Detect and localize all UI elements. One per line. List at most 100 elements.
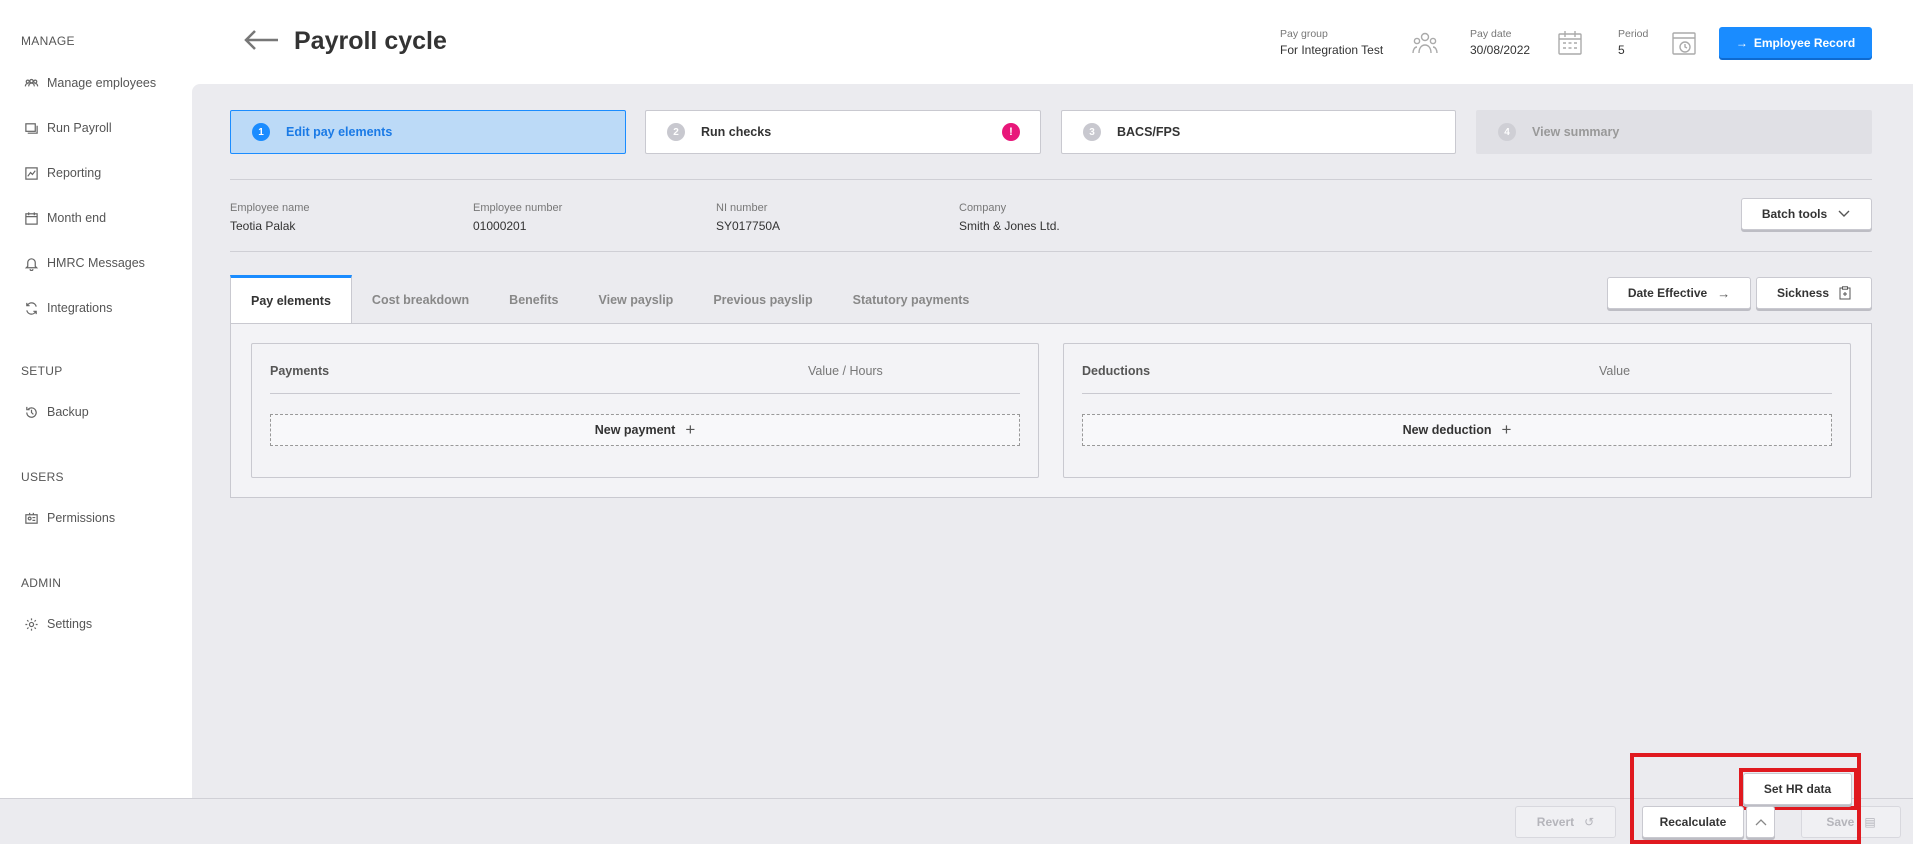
sidebar-item-hmrc-messages[interactable]: HMRC Messages <box>24 253 145 273</box>
pay-date-label: Pay date <box>1470 28 1512 40</box>
step-number: 2 <box>667 123 685 141</box>
sidebar-item-backup[interactable]: Backup <box>24 402 89 422</box>
employee-name-label: Employee name <box>230 202 310 214</box>
sidebar-item-reporting[interactable]: Reporting <box>24 163 101 183</box>
new-deduction-button[interactable]: New deduction + <box>1082 414 1832 446</box>
step-label: Run checks <box>701 125 772 139</box>
tab-pay-elements[interactable]: Pay elements <box>230 275 352 324</box>
arrow-right-icon: → <box>1717 285 1731 301</box>
sidebar-item-label: Integrations <box>47 301 113 315</box>
id-card-icon <box>25 512 38 524</box>
plus-icon: + <box>1501 420 1512 439</box>
tab-statutory-payments[interactable]: Statutory payments <box>833 275 990 324</box>
clipboard-icon <box>1839 286 1851 300</box>
sidebar-item-label: Reporting <box>47 166 102 180</box>
recalculate-options-button[interactable] <box>1746 806 1775 838</box>
undo-icon: ↺ <box>1584 815 1595 829</box>
history-icon <box>26 406 37 418</box>
employee-number-value: 01000201 <box>473 218 527 233</box>
step-edit-pay-elements[interactable]: 1 Edit pay elements <box>230 110 626 154</box>
employee-record-button[interactable]: → Employee Record <box>1719 27 1872 58</box>
deductions-value-header: Value <box>1599 364 1631 378</box>
step-run-checks[interactable]: 2 Run checks ! <box>645 110 1041 154</box>
bell-icon <box>24 257 39 271</box>
divider <box>230 179 1872 180</box>
sidebar-item-label: Manage employees <box>47 76 157 90</box>
date-effective-button[interactable]: Date Effective → <box>1607 277 1751 309</box>
batch-tools-button[interactable]: Batch tools <box>1741 198 1872 230</box>
tab-bar: Pay elements Cost breakdown Benefits Vie… <box>230 275 989 324</box>
step-number: 3 <box>1083 123 1101 141</box>
pay-group-label: Pay group <box>1280 28 1328 40</box>
calendar-icon <box>1558 31 1582 55</box>
date-effective-label: Date Effective <box>1627 286 1708 300</box>
set-hr-data-label: Set HR data <box>1763 782 1832 796</box>
ni-number-label: NI number <box>716 202 768 214</box>
chart-icon <box>25 166 38 180</box>
employee-name-value: Teotia Palak <box>230 218 296 233</box>
sidebar-item-label: Month end <box>47 211 107 225</box>
sickness-label: Sickness <box>1776 286 1830 300</box>
stack-icon <box>25 122 38 134</box>
tab-benefits[interactable]: Benefits <box>489 275 578 324</box>
deductions-header: Deductions Value <box>1082 364 1832 394</box>
tab-previous-payslip[interactable]: Previous payslip <box>693 275 832 324</box>
gear-icon <box>25 617 38 631</box>
sidebar-item-run-payroll[interactable]: Run Payroll <box>24 118 112 138</box>
new-payment-button[interactable]: New payment + <box>270 414 1020 446</box>
section-title-setup: SETUP <box>21 364 63 378</box>
sidebar-item-integrations[interactable]: Integrations <box>24 298 112 318</box>
ni-number-value: SY017750A <box>716 218 781 233</box>
sickness-button[interactable]: Sickness <box>1756 277 1872 309</box>
payments-header: Payments Value / Hours <box>270 364 1020 394</box>
step-number: 1 <box>252 123 270 141</box>
employee-name: Employee name Teotia Palak <box>230 200 310 235</box>
new-payment-label: New payment <box>594 423 676 437</box>
sidebar-item-month-end[interactable]: Month end <box>24 208 106 228</box>
page-title: Payroll cycle <box>294 27 447 55</box>
sidebar-item-label: Permissions <box>47 511 116 525</box>
recalculate-button[interactable]: Recalculate <box>1642 806 1744 838</box>
sidebar-item-label: Run Payroll <box>47 121 112 135</box>
employee-number-label: Employee number <box>473 202 563 214</box>
period: Period 5 <box>1618 27 1648 60</box>
payments-card: Payments Value / Hours New payment + <box>251 343 1039 478</box>
back-arrow-icon[interactable] <box>242 28 280 52</box>
payments-title: Payments <box>270 364 330 378</box>
employee-record-label: Employee Record <box>1753 35 1856 50</box>
step-bacs-fps[interactable]: 3 BACS/FPS <box>1061 110 1456 154</box>
pay-group: Pay group For Integration Test <box>1280 27 1383 60</box>
sidebar-item-permissions[interactable]: Permissions <box>24 508 115 528</box>
new-deduction-label: New deduction <box>1402 423 1492 437</box>
payments-value-header: Value / Hours <box>808 364 883 378</box>
company-value: Smith & Jones Ltd. <box>959 218 1060 233</box>
step-label: Edit pay elements <box>286 125 393 139</box>
period-value: 5 <box>1618 43 1625 58</box>
period-label: Period <box>1618 28 1649 40</box>
pay-group-value: For Integration Test <box>1280 43 1384 58</box>
section-title-manage: MANAGE <box>21 34 75 48</box>
revert-label: Revert <box>1536 815 1575 829</box>
step-label: View summary <box>1532 125 1620 139</box>
chevron-up-icon <box>1755 819 1766 826</box>
employee-number: Employee number 01000201 <box>473 200 562 235</box>
recalculate-label: Recalculate <box>1659 815 1727 829</box>
sidebar-item-manage-employees[interactable]: Manage employees <box>24 73 156 93</box>
tab-cost-breakdown[interactable]: Cost breakdown <box>352 275 489 324</box>
calendar-icon <box>25 211 38 225</box>
save-button[interactable]: Save ▤ <box>1801 806 1901 838</box>
revert-button[interactable]: Revert ↺ <box>1515 806 1616 838</box>
set-hr-data-button[interactable]: Set HR data <box>1743 773 1852 805</box>
step-view-summary: 4 View summary <box>1476 110 1872 154</box>
deductions-title: Deductions <box>1082 364 1151 378</box>
timer-calendar-icon <box>1672 32 1696 55</box>
sidebar: MANAGE Manage employees Run Payroll Repo… <box>0 0 192 844</box>
sidebar-item-settings[interactable]: Settings <box>24 614 92 634</box>
divider <box>230 251 1872 252</box>
alert-icon: ! <box>1002 123 1020 141</box>
save-icon: ▤ <box>1864 815 1876 829</box>
tab-view-payslip[interactable]: View payslip <box>579 275 694 324</box>
save-label: Save <box>1826 815 1855 829</box>
section-title-admin: ADMIN <box>21 576 62 590</box>
section-title-users: USERS <box>21 470 64 484</box>
